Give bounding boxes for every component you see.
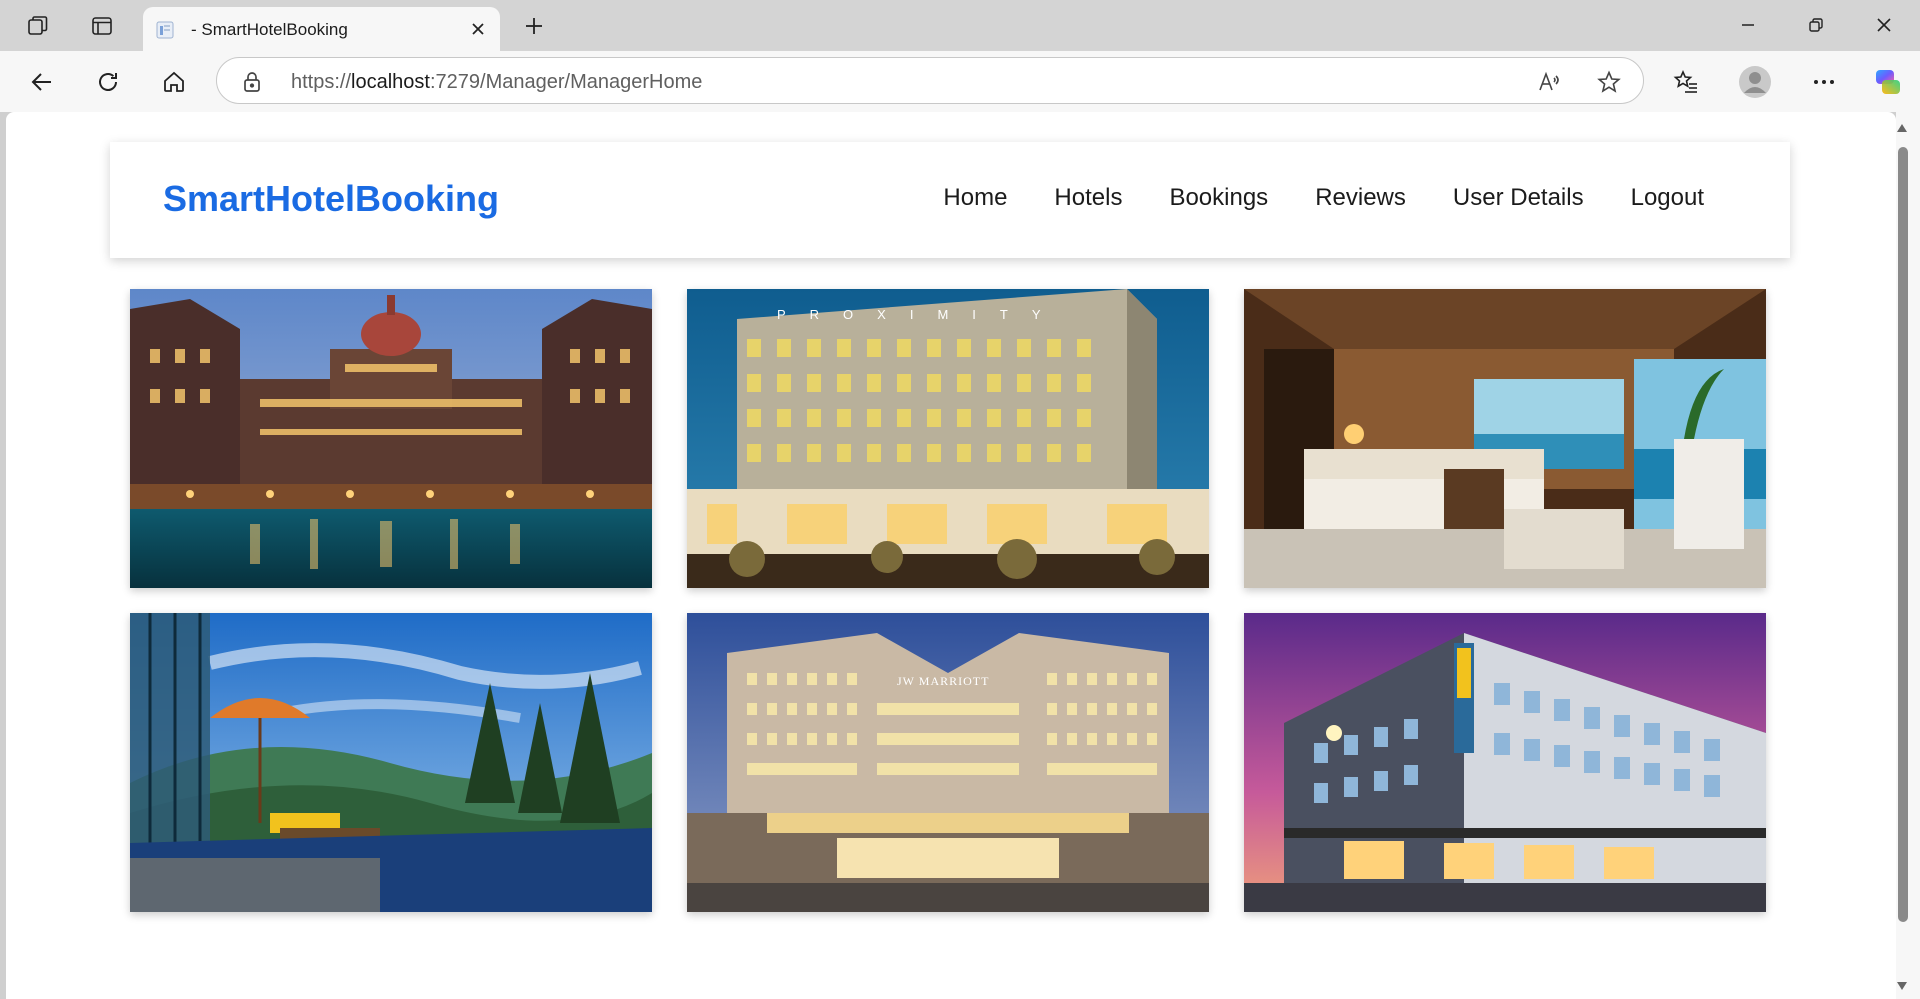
favorite-star-icon[interactable] (1595, 68, 1623, 96)
new-tab-icon[interactable] (518, 10, 550, 42)
nav-hotels[interactable]: Hotels (1054, 184, 1122, 212)
site-navbar: SmartHotelBooking Home Hotels Bookings R… (110, 142, 1790, 258)
nav-logout[interactable]: Logout (1631, 184, 1704, 212)
more-options-icon[interactable] (1806, 64, 1842, 100)
hotel-photo-jwmarriott[interactable]: JW MARRIOTT (687, 613, 1209, 912)
url-path: :7279/Manager/ManagerHome (429, 71, 703, 93)
hotel-photo-bedroom[interactable] (1244, 289, 1766, 588)
nav-reviews[interactable]: Reviews (1315, 184, 1406, 212)
browser-tab-active[interactable]: - SmartHotelBooking (143, 7, 500, 51)
nav-user-details[interactable]: User Details (1453, 184, 1584, 212)
favorites-list-icon[interactable] (1668, 64, 1704, 100)
address-bar[interactable]: https://localhost:7279/Manager/ManagerHo… (216, 57, 1644, 104)
browser-toolbar: https://localhost:7279/Manager/ManagerHo… (0, 51, 1920, 112)
hotel-gallery: PROXIMITY JW MARRIOTT (130, 289, 1774, 912)
tab-actions-icon[interactable] (86, 10, 118, 42)
minimize-icon[interactable] (1726, 8, 1770, 42)
page-scrollbar-thumb[interactable] (1898, 147, 1908, 922)
proximity-sign: PROXIMITY (777, 307, 1065, 322)
page-favicon-icon (155, 20, 175, 40)
url-text[interactable]: https://localhost:7279/Manager/ManagerHo… (291, 71, 702, 94)
hotel-photo-proximity[interactable]: PROXIMITY (687, 289, 1209, 588)
refresh-icon[interactable] (90, 64, 126, 100)
close-tab-icon[interactable] (466, 17, 490, 41)
lock-icon[interactable] (243, 71, 261, 98)
nav-home[interactable]: Home (943, 184, 1007, 212)
browser-titlebar: - SmartHotelBooking (0, 0, 1920, 51)
hotel-photo-modern[interactable] (1244, 613, 1766, 912)
restore-icon[interactable] (1794, 8, 1838, 42)
palace-hotel-night-image (130, 289, 652, 588)
modern-hotel-dusk-image (1244, 613, 1766, 912)
nav-links: Home Hotels Bookings Reviews User Detail… (943, 184, 1704, 212)
mountain-terrace-image (130, 613, 652, 912)
jwmarriott-sign: JW MARRIOTT (897, 674, 989, 688)
proximity-hotel-building-image: PROXIMITY (687, 289, 1209, 588)
url-scheme: https:// (291, 71, 352, 93)
luxury-bedroom-image (1244, 289, 1766, 588)
hotel-photo-palace[interactable] (130, 289, 652, 588)
profile-avatar-icon[interactable] (1737, 64, 1773, 100)
home-icon[interactable] (156, 64, 192, 100)
back-arrow-icon[interactable] (24, 64, 60, 100)
read-aloud-icon[interactable] (1535, 68, 1563, 96)
tab-title: - SmartHotelBooking (191, 20, 348, 39)
hotel-photo-terrace[interactable] (130, 613, 652, 912)
copilot-icon[interactable] (1870, 64, 1906, 100)
scroll-up-arrow-icon[interactable] (1895, 122, 1909, 134)
workspaces-icon[interactable] (22, 10, 54, 42)
jw-marriott-hotel-image: JW MARRIOTT (687, 613, 1209, 912)
site-brand[interactable]: SmartHotelBooking (163, 178, 499, 220)
close-window-icon[interactable] (1862, 8, 1906, 42)
scroll-down-arrow-icon[interactable] (1895, 980, 1909, 992)
nav-bookings[interactable]: Bookings (1169, 184, 1268, 212)
page-viewport: SmartHotelBooking Home Hotels Bookings R… (6, 112, 1896, 999)
url-host: localhost (351, 71, 430, 93)
